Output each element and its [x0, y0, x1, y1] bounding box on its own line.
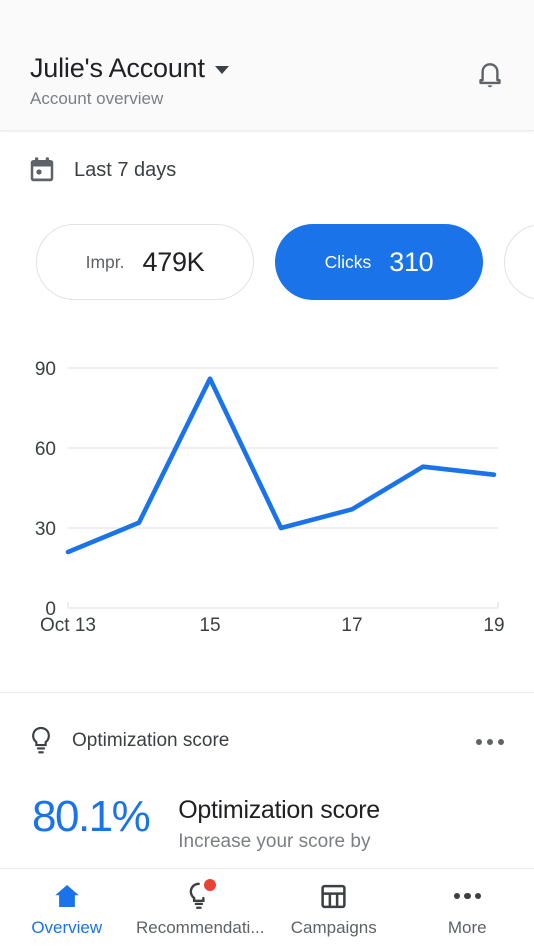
home-icon: [52, 881, 82, 911]
optimization-card-body: 80.1% Optimization score Increase your s…: [32, 790, 380, 855]
app-header: Julie's Account Account overview: [0, 0, 534, 131]
page-title: Julie's Account: [30, 53, 205, 83]
optimization-overflow-menu-button[interactable]: [470, 733, 510, 751]
notification-badge-dot: [204, 879, 217, 891]
nav-label: Campaigns: [290, 918, 377, 937]
optimization-card-text: Optimization score Increase your score b…: [178, 790, 380, 855]
overflow-menu-icon: [476, 739, 482, 745]
notifications-button[interactable]: [468, 56, 512, 100]
header-title-block: Julie's Account Account overview: [30, 52, 229, 110]
metric-card-next-partial[interactable]: [504, 224, 534, 300]
chart-y-tick-labels: 0306090: [35, 359, 56, 620]
table-grid-icon: [319, 881, 349, 911]
nav-label: Overview: [31, 918, 103, 937]
optimization-card-header: Optimization score: [28, 726, 229, 756]
nav-label: Recommendati...: [136, 918, 265, 937]
metric-cards-row: Impr. 479K Clicks 310: [36, 224, 534, 300]
chart-svg: 0306090 Oct 13 15 17 19: [35, 359, 505, 636]
clicks-line-chart: 0 30 60 90 Oct 13 15 17 19: [0, 340, 534, 650]
metric-card-clicks[interactable]: Clicks 310: [275, 224, 483, 300]
nav-item-overview[interactable]: Overview: [0, 869, 134, 950]
overflow-menu-icon: [487, 739, 493, 745]
header-subtitle: Account overview: [30, 89, 164, 108]
optimization-section-label: Optimization score: [72, 730, 230, 751]
metric-card-impressions[interactable]: Impr. 479K: [36, 224, 254, 300]
nav-item-more[interactable]: More: [401, 869, 534, 950]
chart-x-tick-label: 15: [199, 615, 220, 636]
lightbulb-icon: [28, 726, 54, 756]
metric-label: Impr.: [85, 251, 125, 272]
chart-x-tick-label: 17: [341, 615, 362, 636]
account-switcher[interactable]: Julie's Account: [30, 52, 229, 84]
chart-y-tick-label: 60: [35, 439, 56, 460]
chart-gridlines: [68, 367, 498, 529]
optimization-card-description: Increase your score by: [178, 831, 371, 852]
nav-item-campaigns[interactable]: Campaigns: [267, 869, 401, 950]
chart-data-line: [65, 376, 497, 555]
optimization-card-title: Optimization score: [178, 796, 380, 824]
date-range-selector[interactable]: Last 7 days: [27, 155, 176, 185]
lightbulb-icon: [185, 879, 217, 911]
calendar-icon: [27, 155, 57, 185]
optimization-score-card[interactable]: Optimization score 80.1% Optimization sc…: [0, 693, 534, 873]
chart-y-tick-label: 90: [35, 359, 56, 380]
chart-y-tick-label: 30: [35, 519, 56, 540]
metric-label: Clicks: [324, 251, 372, 272]
metric-value: 479K: [142, 246, 205, 277]
nav-item-recommendations[interactable]: Recommendati...: [134, 869, 268, 950]
chart-x-tick-labels: Oct 13 15 17 19: [40, 615, 505, 636]
overflow-menu-icon: [498, 739, 504, 745]
overflow-menu-icon: [452, 881, 482, 911]
bottom-navigation-bar: Overview Recommendati... Campaigns More: [0, 868, 534, 950]
account-overview-screen: Julie's Account Account overview Last 7 …: [0, 0, 534, 950]
optimization-score-percent: 80.1%: [32, 792, 151, 841]
date-range-label: Last 7 days: [74, 158, 177, 181]
nav-label: More: [447, 918, 487, 937]
chart-x-tick-label: 19: [483, 615, 504, 636]
chart-x-tick-label: Oct 13: [40, 615, 96, 636]
chevron-down-icon[interactable]: [214, 66, 229, 74]
notifications-bell-icon: [479, 62, 501, 87]
metric-value: 310: [389, 246, 434, 277]
